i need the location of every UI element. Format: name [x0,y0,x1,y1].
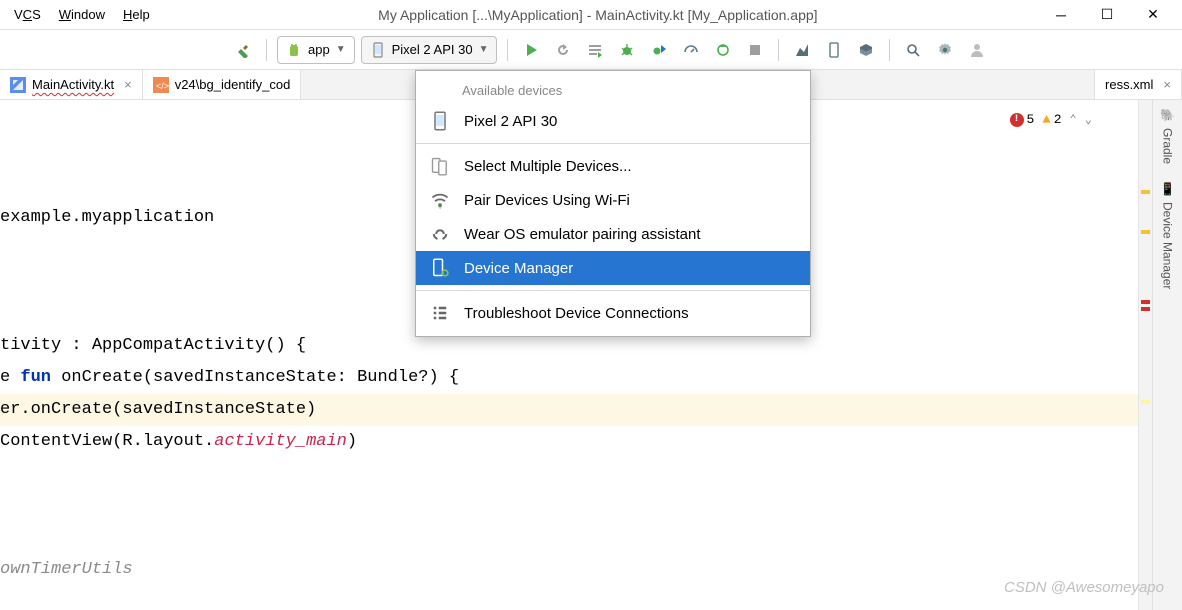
menu-item-pair-wifi[interactable]: + Pair Devices Using Wi-Fi [416,183,810,217]
chevron-down-icon: ▼ [479,44,489,55]
code-line: e fun onCreate(savedInstanceState: Bundl… [0,368,459,387]
menu-item-label: Pixel 2 API 30 [464,113,557,130]
separator [778,39,779,61]
warning-mark[interactable] [1141,190,1150,194]
xml-file-icon: </> [153,77,169,93]
menu-item-label: Device Manager [464,260,573,277]
sdk-button[interactable] [853,37,879,63]
error-stripe[interactable] [1138,100,1152,610]
menu-vcs[interactable]: VCS [6,3,49,26]
sync-button[interactable] [789,37,815,63]
account-button[interactable] [964,37,990,63]
error-mark[interactable] [1141,300,1150,304]
svg-text:+: + [438,202,443,210]
menu-item-label: Troubleshoot Device Connections [464,305,689,322]
code-line: example.myapplication [0,208,214,227]
minimize-button[interactable]: ─ [1038,0,1084,30]
settings-button[interactable] [932,37,958,63]
device-manager-tool-button[interactable]: 📱Device Manager [1160,182,1175,289]
rerun-button[interactable] [550,37,576,63]
code-line: ownTimerUtils [0,560,133,579]
tab-label: v24\bg_identify_cod [175,77,291,92]
menu-item-label: Select Multiple Devices... [464,158,632,175]
device-selector[interactable]: Pixel 2 API 30 ▼ [361,36,498,64]
menu-separator [416,143,810,144]
separator [507,39,508,61]
close-icon[interactable]: × [124,77,132,92]
coverage-button[interactable] [582,37,608,63]
toolbar: app ▼ Pixel 2 API 30 ▼ [0,30,1182,70]
tab-bg-identify[interactable]: </> v24\bg_identify_cod [143,70,302,99]
chevron-down-icon[interactable]: ⌄ [1085,104,1092,136]
run-button[interactable] [518,37,544,63]
device-dropdown-menu: Available devices Pixel 2 API 30 Select … [415,70,811,337]
phones-icon [430,158,450,174]
maximize-button[interactable]: ☐ [1084,0,1130,30]
chevron-down-icon: ▼ [336,44,346,55]
error-count[interactable]: !5 [1010,104,1035,136]
phone-icon [430,113,450,129]
avd-button[interactable] [821,37,847,63]
close-button[interactable]: ✕ [1130,0,1176,30]
menu-item-select-multiple[interactable]: Select Multiple Devices... [416,149,810,183]
device-label: Pixel 2 API 30 [392,42,473,57]
link-icon [430,226,450,242]
highlight-mark[interactable] [1141,400,1150,404]
tab-mainactivity[interactable]: MainActivity.kt × [0,70,143,99]
tab-ress-xml[interactable]: ress.xml × [1094,70,1182,99]
tab-label: ress.xml [1105,77,1153,92]
menu-header: Available devices [416,77,810,104]
menu-item-label: Wear OS emulator pairing assistant [464,226,701,243]
code-line: ContentView(R.layout.activity_main) [0,432,357,451]
window-title: My Application [...\MyApplication] - Mai… [158,7,1038,23]
wifi-icon: + [430,192,450,208]
close-icon[interactable]: × [1163,77,1171,92]
run-config-label: app [308,42,330,57]
inspection-widget[interactable]: !5 ▲2 ⌃ ⌄ [1010,104,1093,136]
titlebar: VCS Window Help My Application [...\MyAp… [0,0,1182,30]
attach-debugger-button[interactable] [646,37,672,63]
svg-text:</>: </> [156,81,169,91]
gradle-tool-button[interactable]: 🐘Gradle [1160,108,1175,164]
tab-label: MainActivity.kt [32,77,114,92]
menu-item-pixel2[interactable]: Pixel 2 API 30 [416,104,810,138]
code-line: tivity : AppCompatActivity() { [0,336,306,355]
apply-changes-button[interactable] [710,37,736,63]
watermark: CSDN @Awesomeyapo [1004,579,1164,596]
right-tool-rail: 🐘Gradle 📱Device Manager [1152,100,1182,610]
menu-item-label: Pair Devices Using Wi-Fi [464,192,630,209]
list-icon [430,305,450,321]
kotlin-file-icon [10,77,26,93]
stop-button[interactable] [742,37,768,63]
profiler-button[interactable] [678,37,704,63]
code-line: er.onCreate(savedInstanceState) [0,400,316,419]
run-config-selector[interactable]: app ▼ [277,36,355,64]
window-controls: ─ ☐ ✕ [1038,0,1176,30]
menubar: VCS Window Help [6,3,158,26]
debug-button[interactable] [614,37,640,63]
warning-mark[interactable] [1141,230,1150,234]
search-button[interactable] [900,37,926,63]
menu-separator [416,290,810,291]
error-mark[interactable] [1141,307,1150,311]
menu-help[interactable]: Help [115,3,158,26]
separator [889,39,890,61]
build-button[interactable] [230,37,256,63]
separator [266,39,267,61]
warning-count[interactable]: ▲2 [1042,104,1061,136]
menu-item-troubleshoot[interactable]: Troubleshoot Device Connections [416,296,810,330]
menu-item-device-manager[interactable]: Device Manager [416,251,810,285]
menu-item-wear-os[interactable]: Wear OS emulator pairing assistant [416,217,810,251]
phone-gear-icon [430,260,450,276]
chevron-up-icon[interactable]: ⌃ [1070,104,1077,136]
menu-window[interactable]: Window [51,3,113,26]
